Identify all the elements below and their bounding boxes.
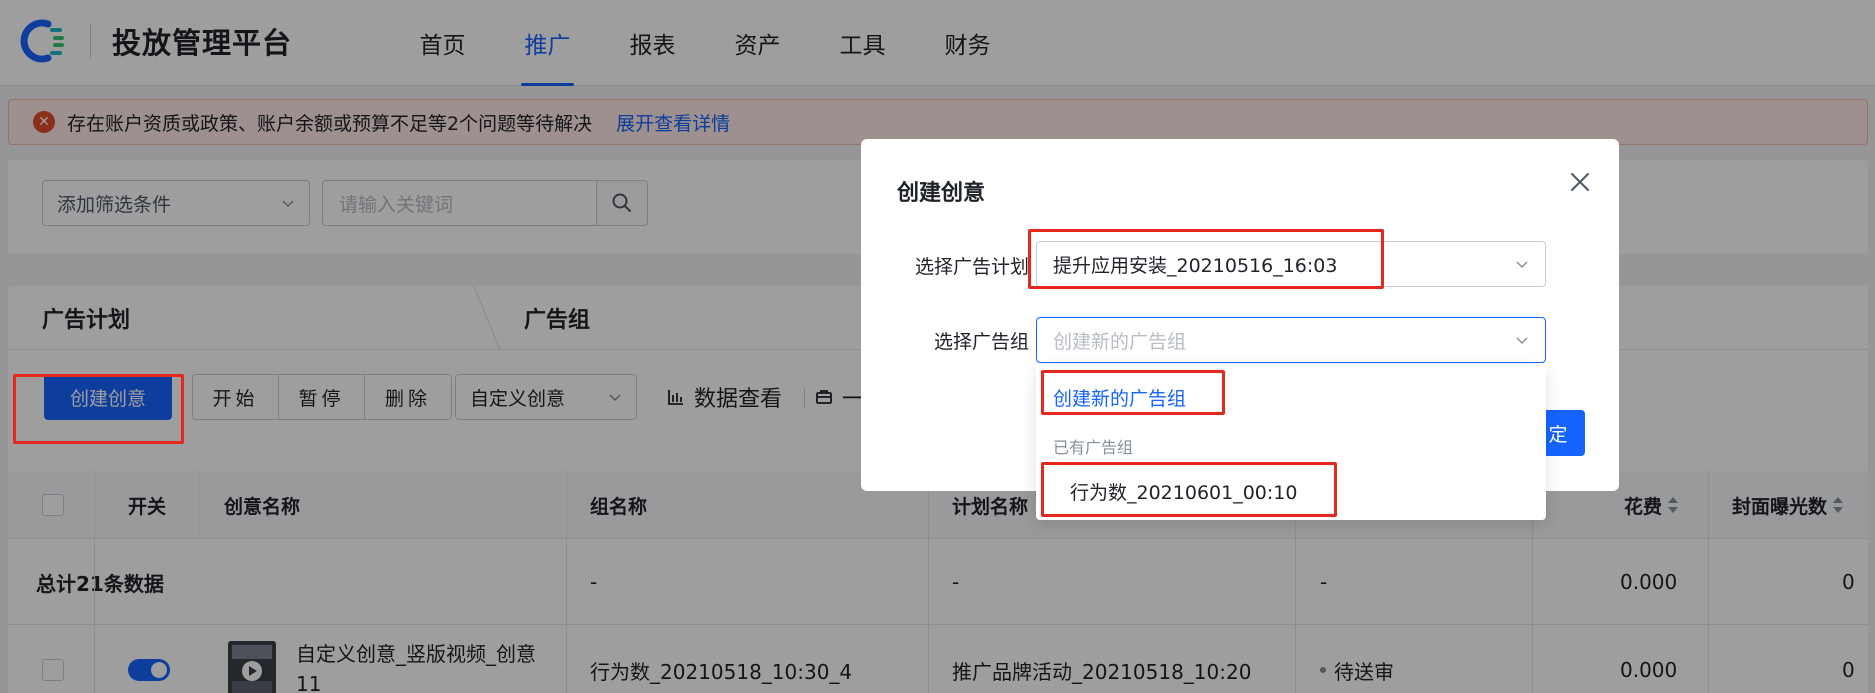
ad-group-placeholder: 创建新的广告组 — [1053, 330, 1187, 353]
close-icon[interactable] — [1565, 167, 1595, 197]
ad-group-dropdown: 创建新的广告组 已有广告组 行为数_20210601_00:10 — [1036, 366, 1546, 520]
modal-title: 创建创意 — [897, 181, 986, 206]
chevron-down-icon — [1516, 261, 1528, 269]
group-label: 选择广告组 — [933, 331, 1029, 353]
ad-plan-select[interactable]: 提升应用安装_20210516_16:03 — [1036, 241, 1546, 287]
ad-group-select[interactable]: 创建新的广告组 — [1036, 317, 1546, 363]
chevron-up-icon — [1516, 337, 1528, 345]
existing-group-option[interactable]: 行为数_20210601_00:10 — [1070, 478, 1297, 505]
ad-plan-value: 提升应用安装_20210516_16:03 — [1053, 254, 1338, 277]
create-new-group-option[interactable]: 创建新的广告组 — [1053, 384, 1186, 411]
confirm-label: 定 — [1548, 423, 1568, 446]
plan-label: 选择广告计划 — [914, 256, 1029, 278]
existing-groups-title: 已有广告组 — [1053, 438, 1134, 457]
